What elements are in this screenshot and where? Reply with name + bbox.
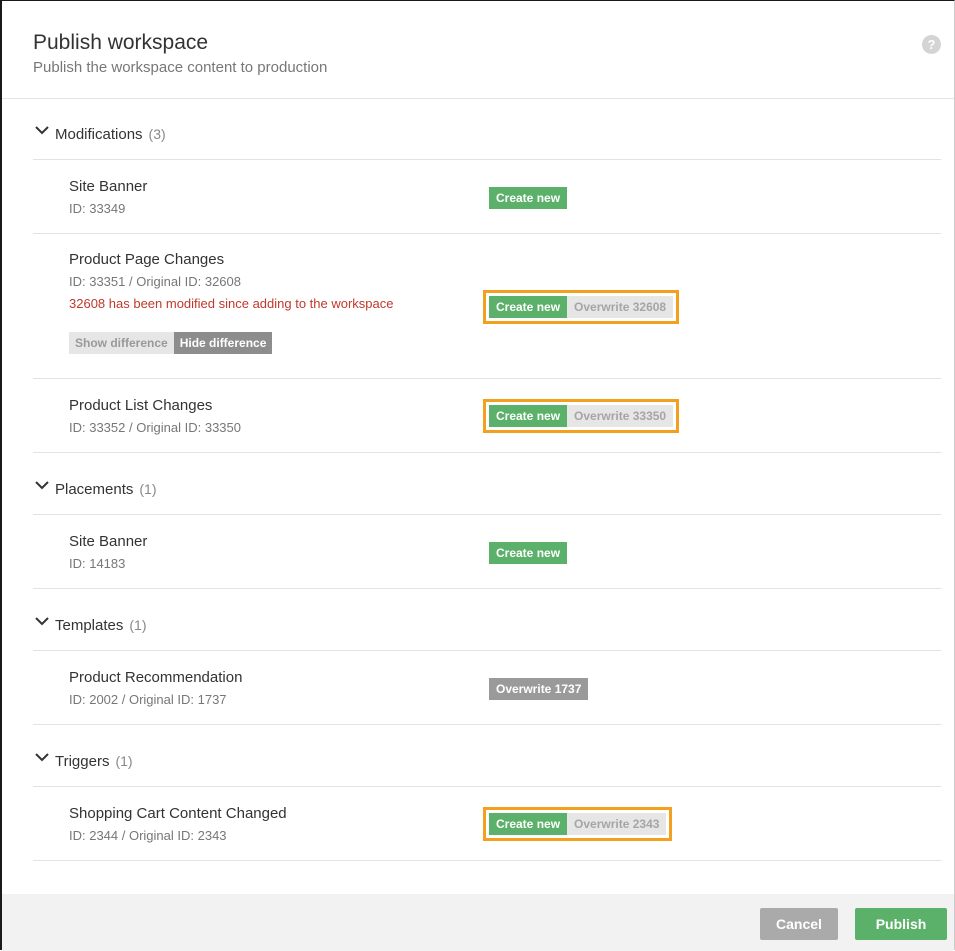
hide-difference-button[interactable]: Hide difference [173,332,273,354]
help-icon[interactable]: ? [922,35,941,54]
section-title: Modifications [55,126,143,143]
list-item: Product Recommendation ID: 2002 / Origin… [33,651,941,725]
action-group: Create new [489,542,568,564]
section-modifications-header[interactable]: Modifications (3) [33,98,941,160]
create-new-button[interactable]: Create new [489,187,568,209]
chevron-down-icon [35,481,49,490]
dialog-content: Modifications (3) Site Banner ID: 33349 C… [33,98,941,861]
action-group: Create new Overwrite 33350 [482,399,680,433]
list-item: Product Page Changes ID: 33351 / Origina… [33,234,941,379]
item-id: ID: 2002 / Original ID: 1737 [69,692,227,707]
dialog-title: Publish workspace [33,31,209,54]
overwrite-button[interactable]: Overwrite 2343 [567,813,667,835]
item-name: Shopping Cart Content Changed [69,805,287,822]
create-new-button[interactable]: Create new [489,296,568,318]
item-id: ID: 33352 / Original ID: 33350 [69,420,241,435]
action-group: Create new Overwrite 32608 [482,290,680,324]
item-name: Site Banner [69,533,148,550]
dialog-subtitle: Publish the workspace content to product… [33,59,328,76]
create-new-button[interactable]: Create new [489,542,568,564]
list-item: Shopping Cart Content Changed ID: 2344 /… [33,787,941,861]
item-id: ID: 33351 / Original ID: 32608 [69,274,241,289]
cancel-button[interactable]: Cancel [760,908,838,940]
item-name: Product List Changes [69,397,213,414]
section-count: (1) [139,481,157,497]
create-new-button[interactable]: Create new [489,813,568,835]
overwrite-button[interactable]: Overwrite 1737 [489,678,589,700]
difference-toggle: Show difference Hide difference [69,332,273,354]
section-title: Templates [55,617,124,634]
section-title: Triggers [55,753,110,770]
chevron-down-icon [35,617,49,626]
item-name: Product Recommendation [69,669,243,686]
list-item: Site Banner ID: 33349 Create new [33,160,941,234]
chevron-down-icon [35,753,49,762]
overwrite-button[interactable]: Overwrite 32608 [567,296,674,318]
section-placements-header[interactable]: Placements (1) [33,453,941,515]
section-count: (3) [148,126,166,142]
chevron-down-icon [35,126,49,135]
item-id: ID: 2344 / Original ID: 2343 [69,828,227,843]
action-group: Overwrite 1737 [489,678,589,700]
item-id: ID: 14183 [69,556,126,571]
section-templates-header[interactable]: Templates (1) [33,589,941,651]
section-count: (1) [115,753,133,769]
overwrite-button[interactable]: Overwrite 33350 [567,405,674,427]
list-item: Product List Changes ID: 33352 / Origina… [33,379,941,453]
publish-dialog: Publish workspace Publish the workspace … [0,0,955,951]
list-item: Site Banner ID: 14183 Create new [33,515,941,589]
item-id: ID: 33349 [69,201,126,216]
create-new-button[interactable]: Create new [489,405,568,427]
dialog-footer: Cancel Publish [2,894,954,951]
publish-button[interactable]: Publish [855,908,947,940]
section-triggers-header[interactable]: Triggers (1) [33,725,941,787]
item-name: Product Page Changes [69,251,225,268]
section-count: (1) [129,617,147,633]
dialog-header: Publish workspace Publish the workspace … [2,1,954,99]
action-group: Create new Overwrite 2343 [482,807,673,841]
item-name: Site Banner [69,178,148,195]
show-difference-button[interactable]: Show difference [69,332,174,354]
warning-text: 32608 has been modified since adding to … [69,296,394,311]
action-group: Create new [489,187,568,209]
section-title: Placements [55,481,134,498]
